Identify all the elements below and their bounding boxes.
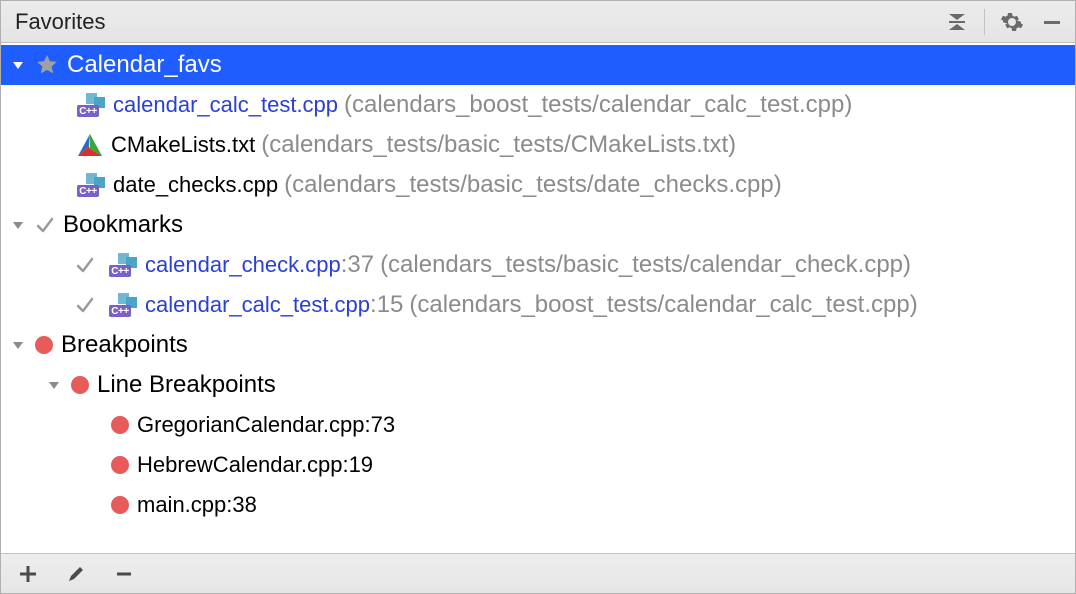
file-path: (calendars_tests/basic_tests/date_checks… — [284, 171, 782, 199]
breakpoint-label: HebrewCalendar.cpp:19 — [137, 452, 373, 478]
breakpoint-icon — [111, 456, 129, 474]
expand-arrow-icon[interactable] — [43, 374, 65, 396]
file-path: (calendars_tests/basic_tests/CMakeLists.… — [261, 131, 736, 159]
bookmark-item[interactable]: C++ calendar_check.cpp:37 (calendars_tes… — [1, 245, 1075, 285]
bookmark-item[interactable]: C++ calendar_calc_test.cpp:15 (calendars… — [1, 285, 1075, 325]
file-name[interactable]: calendar_calc_test.cpp — [113, 92, 338, 118]
bookmark-check-icon — [75, 255, 95, 275]
file-path: (calendars_boost_tests/calendar_calc_tes… — [344, 91, 852, 119]
bookmark-check-icon — [75, 295, 95, 315]
file-name[interactable]: CMakeLists.txt — [111, 132, 255, 158]
star-icon — [35, 53, 59, 77]
expand-arrow-icon[interactable] — [7, 54, 29, 76]
breakpoint-item[interactable]: main.cpp:38 — [1, 485, 1075, 525]
file-name[interactable]: calendar_check.cpp — [145, 252, 341, 278]
remove-icon[interactable] — [111, 561, 137, 587]
fav-item[interactable]: CMakeLists.txt (calendars_tests/basic_te… — [1, 125, 1075, 165]
expand-arrow-icon[interactable] — [7, 334, 29, 356]
cmake-file-icon — [77, 133, 103, 157]
group-label: Line Breakpoints — [97, 371, 276, 399]
separator — [984, 9, 985, 35]
cpp-file-icon: C++ — [109, 253, 137, 277]
group-label: Bookmarks — [63, 211, 183, 239]
breakpoint-label: GregorianCalendar.cpp:73 — [137, 412, 395, 438]
header-actions — [944, 9, 1065, 35]
group-calendar-favs[interactable]: Calendar_favs — [1, 45, 1075, 85]
cpp-file-icon: C++ — [77, 93, 105, 117]
add-icon[interactable] — [15, 561, 41, 587]
line-number: :15 — [370, 291, 403, 319]
breakpoint-icon — [111, 496, 129, 514]
breakpoint-icon — [35, 336, 53, 354]
group-bookmarks[interactable]: Bookmarks — [1, 205, 1075, 245]
panel-footer — [1, 553, 1075, 593]
favorites-tree[interactable]: Calendar_favs C++ calendar_calc_test.cpp… — [1, 43, 1075, 553]
line-number: :37 — [341, 251, 374, 279]
favorites-panel: Favorites — [0, 0, 1076, 594]
breakpoint-icon — [71, 376, 89, 394]
minimize-icon[interactable] — [1039, 9, 1065, 35]
fav-item[interactable]: C++ date_checks.cpp (calendars_tests/bas… — [1, 165, 1075, 205]
file-path: (calendars_boost_tests/calendar_calc_tes… — [409, 291, 917, 319]
bookmark-check-icon — [35, 215, 55, 235]
collapse-expand-icon[interactable] — [944, 9, 970, 35]
group-label: Calendar_favs — [67, 51, 222, 79]
file-name[interactable]: date_checks.cpp — [113, 172, 278, 198]
edit-icon[interactable] — [63, 561, 89, 587]
cpp-file-icon: C++ — [77, 173, 105, 197]
panel-header: Favorites — [1, 1, 1075, 43]
group-label: Breakpoints — [61, 331, 188, 359]
breakpoint-label: main.cpp:38 — [137, 492, 257, 518]
breakpoint-item[interactable]: GregorianCalendar.cpp:73 — [1, 405, 1075, 445]
group-line-breakpoints[interactable]: Line Breakpoints — [1, 365, 1075, 405]
breakpoint-icon — [111, 416, 129, 434]
fav-item[interactable]: C++ calendar_calc_test.cpp (calendars_bo… — [1, 85, 1075, 125]
file-path: (calendars_tests/basic_tests/calendar_ch… — [380, 251, 911, 279]
file-name[interactable]: calendar_calc_test.cpp — [145, 292, 370, 318]
expand-arrow-icon[interactable] — [7, 214, 29, 236]
gear-icon[interactable] — [999, 9, 1025, 35]
cpp-file-icon: C++ — [109, 293, 137, 317]
breakpoint-item[interactable]: HebrewCalendar.cpp:19 — [1, 445, 1075, 485]
group-breakpoints[interactable]: Breakpoints — [1, 325, 1075, 365]
panel-title: Favorites — [15, 9, 944, 35]
